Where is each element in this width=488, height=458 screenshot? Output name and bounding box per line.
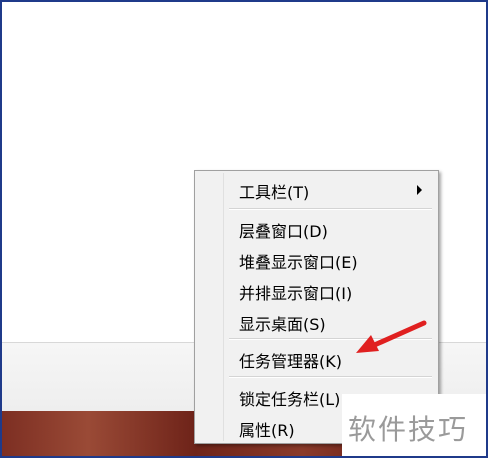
menu-item-label: 并排显示窗口(I) — [239, 284, 353, 303]
watermark: 软件技巧 — [342, 394, 488, 458]
red-arrow-icon — [356, 320, 427, 353]
menu-separator — [229, 208, 432, 210]
menu-item-stack-windows[interactable]: 堆叠显示窗口(E) — [197, 246, 436, 272]
menu-item-label: 堆叠显示窗口(E) — [239, 253, 358, 272]
menu-item-toolbars[interactable]: 工具栏(T) — [197, 176, 436, 202]
menu-item-label: 显示桌面(S) — [239, 315, 326, 334]
menu-separator — [229, 376, 432, 378]
menu-item-label: 属性(R) — [239, 421, 295, 440]
menu-item-label: 锁定任务栏(L) — [239, 390, 341, 409]
submenu-arrow-icon — [417, 185, 422, 195]
menu-item-label: 工具栏(T) — [239, 183, 310, 202]
menu-item-label: 任务管理器(K) — [239, 352, 342, 371]
menu-item-label: 层叠窗口(D) — [239, 222, 328, 241]
watermark-text: 软件技巧 — [348, 413, 469, 446]
menu-item-side-by-side-windows[interactable]: 并排显示窗口(I) — [197, 277, 436, 303]
screen: 工具栏(T) 层叠窗口(D) 堆叠显示窗口(E) 并排显示窗口(I) 显示桌面(… — [0, 0, 488, 458]
menu-item-cascade-windows[interactable]: 层叠窗口(D) — [197, 215, 436, 241]
